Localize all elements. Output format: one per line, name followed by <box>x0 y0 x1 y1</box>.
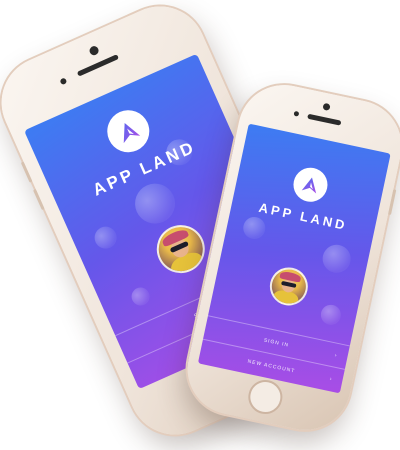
sign-in-label: SIGN IN <box>263 337 290 349</box>
volume-button <box>20 161 33 183</box>
jellyfish-shape <box>128 284 153 309</box>
jellyfish-shape <box>241 214 268 242</box>
jellyfish-shape <box>320 242 354 276</box>
chevron-right-icon: › <box>334 352 339 360</box>
new-account-label: NEW ACCOUNT <box>246 358 296 375</box>
earpiece-speaker <box>76 54 120 77</box>
sensor-dot <box>59 77 68 86</box>
front-camera <box>322 102 331 112</box>
front-camera <box>88 44 101 57</box>
power-button <box>387 189 397 216</box>
jellyfish-shape <box>128 177 182 231</box>
sensor-dot <box>293 110 300 117</box>
jellyfish-shape <box>91 223 121 253</box>
jellyfish-shape <box>319 302 343 327</box>
chevron-right-icon: › <box>329 376 334 383</box>
home-button[interactable] <box>245 376 286 418</box>
volume-button <box>32 188 45 211</box>
earpiece-speaker <box>307 113 342 126</box>
